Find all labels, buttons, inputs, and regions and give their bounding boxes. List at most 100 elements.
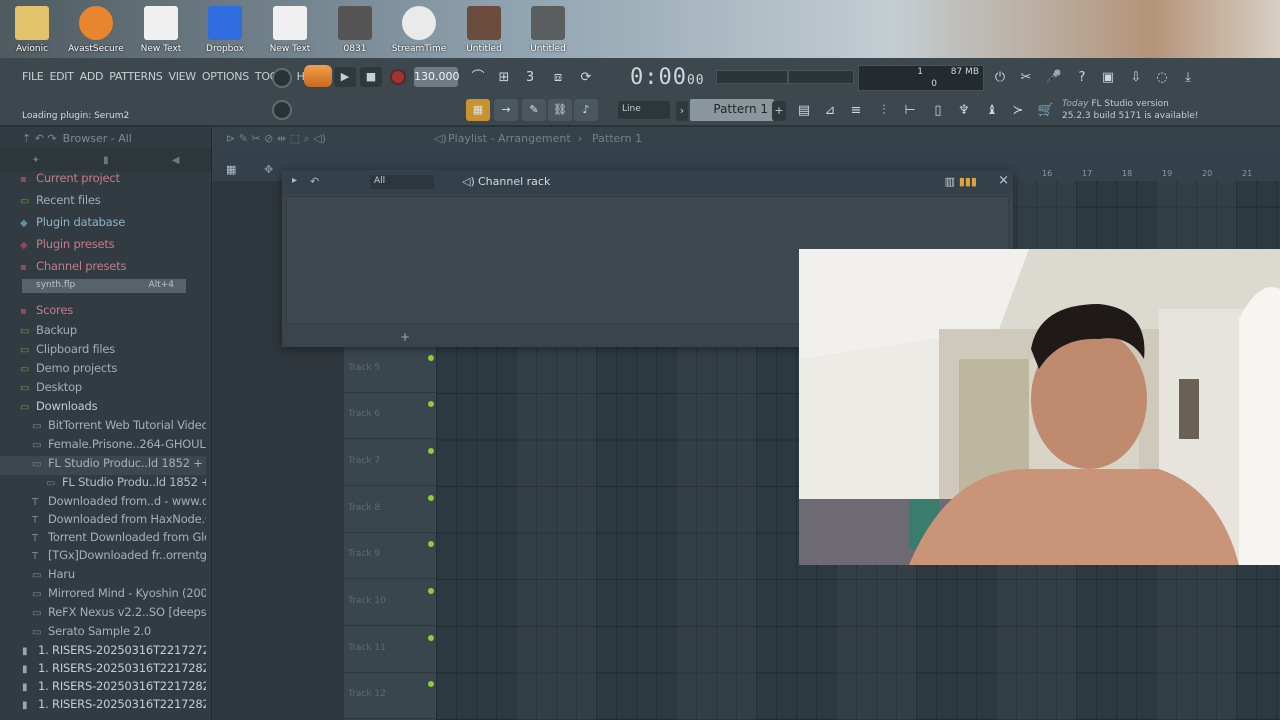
track-header[interactable]: Track 6	[344, 393, 436, 439]
browser-item[interactable]: ▭ Backup	[0, 323, 206, 342]
track-header[interactable]: Track 5	[344, 347, 436, 393]
add-pattern-icon[interactable]: +	[772, 101, 786, 121]
shop-icon[interactable]: 🛒	[1036, 101, 1056, 121]
brush-icon[interactable]: ✎	[522, 99, 546, 121]
browser-item[interactable]: ▭ Demo projects	[0, 361, 206, 380]
mixer-icon[interactable]: ⫶	[874, 101, 894, 121]
link-icon[interactable]: ⛓	[548, 99, 572, 121]
desktop-icon-video[interactable]: 0831	[323, 6, 387, 54]
browser-item[interactable]: ▮1. RISERS-20250316T2217282-001 (1)	[0, 661, 206, 680]
playlist-icon[interactable]: ▤	[794, 101, 814, 121]
browser-item[interactable]: ▭ Mirrored Mind - Kyoshin (2005)	[0, 586, 206, 605]
browser-item[interactable]: ▮1. RISERS-20250316T2217282-001 (2)	[0, 679, 206, 698]
track-header[interactable]: Track 9	[344, 533, 436, 579]
browser-item[interactable]: ▮1. RISERS-20250316T2217282-001	[0, 697, 206, 716]
browser-item[interactable]: T[TGx]Downloaded fr..orrentgalaxy.to	[0, 548, 206, 567]
browser-star-icon[interactable]: ✦	[32, 155, 40, 166]
track-header[interactable]: Track 10	[344, 580, 436, 626]
add-channel-icon[interactable]: +	[400, 330, 410, 344]
track-led-icon[interactable]	[428, 588, 434, 594]
pattern-prev-icon[interactable]: ›	[676, 101, 688, 121]
desktop-icon-text[interactable]: New Text	[129, 6, 193, 54]
plugin-icon[interactable]: ♆	[954, 101, 974, 121]
desktop-icon-text-2[interactable]: New Text	[258, 6, 322, 54]
browser-search-hint[interactable]: synth.flp Alt+4	[22, 279, 186, 293]
browser-item[interactable]: ▭Female.Prisone..264-GHOULS[TGx]	[0, 437, 206, 456]
snap-selector[interactable]: Line	[618, 101, 670, 119]
track-led-icon[interactable]	[428, 681, 434, 687]
browser-item[interactable]: ▪ Scores	[0, 303, 206, 322]
menu-options[interactable]: OPTIONS	[202, 70, 249, 83]
help-icon[interactable]: ?	[1072, 68, 1092, 88]
desktop-icon-player[interactable]: StreamTime	[387, 6, 451, 54]
desktop-icon-folder[interactable]: Avionic	[0, 6, 64, 54]
stop-icon[interactable]: ■	[360, 67, 382, 87]
touch-icon[interactable]: ≻	[1008, 101, 1028, 121]
menu-file[interactable]: FILE	[22, 70, 44, 83]
pattern-song-toggle[interactable]	[304, 65, 332, 87]
browser-item[interactable]: ◆ Plugin database	[0, 215, 206, 234]
wait-input-icon[interactable]: ⊞	[494, 68, 514, 88]
browser-item[interactable]: TDownloaded from HaxNode.CoM	[0, 512, 206, 531]
rack-undo-icon[interactable]: ↶	[310, 175, 319, 188]
power-icon[interactable]: ⏻	[990, 68, 1010, 88]
close-icon[interactable]: ×	[998, 173, 1009, 188]
news-panel[interactable]: Today FL Studio version 25.2.3 build 517…	[1062, 98, 1200, 126]
microphone-icon[interactable]: 🎤	[1044, 68, 1064, 88]
browser-item[interactable]: ▭ Serato Sample 2.0	[0, 624, 206, 643]
browser-item[interactable]: TTorrent Downloaded from Glodls.to	[0, 530, 206, 549]
track-header[interactable]: Track 12	[344, 673, 436, 719]
browser-file-icon[interactable]: ▮	[103, 155, 109, 166]
track-led-icon[interactable]	[428, 495, 434, 501]
rack-menu-icon[interactable]: ▸	[292, 175, 297, 186]
playlist-move-icon[interactable]: ✥	[264, 163, 273, 176]
save-icon[interactable]: ▣	[1098, 68, 1118, 88]
browser-item[interactable]: ◆ Plugin presets	[0, 237, 206, 256]
track-led-icon[interactable]	[428, 541, 434, 547]
tuner-icon[interactable]: ♝	[982, 101, 1002, 121]
tempo-display[interactable]: 130.000	[414, 67, 460, 87]
browser-item[interactable]: ▮1. RISERS-20250316T2217272-001	[0, 643, 206, 662]
pattern-selector[interactable]: Pattern 1	[690, 99, 774, 121]
browser-item[interactable]: ▪ Current project	[0, 171, 206, 190]
arrow-right-icon[interactable]: →	[494, 99, 518, 121]
desktop-icon-video-3[interactable]: Untitled	[516, 6, 580, 54]
browser-item[interactable]: ▭ Desktop	[0, 380, 206, 399]
browser-item[interactable]: ▭ Clipboard files	[0, 342, 206, 361]
download-icon[interactable]: ⤓	[1178, 68, 1198, 88]
channel-filter-select[interactable]: All	[370, 175, 434, 189]
playlist-view-icon[interactable]: ▦	[466, 99, 490, 121]
master-pitch-knob[interactable]	[272, 100, 292, 120]
track-header[interactable]: Track 7	[344, 440, 436, 486]
countdown-icon[interactable]: 3	[520, 68, 540, 88]
track-led-icon[interactable]	[428, 355, 434, 361]
bell-icon[interactable]: ♪	[574, 99, 598, 121]
song-position-clock[interactable]: 0:0000	[630, 65, 705, 90]
browser-item[interactable]: ▭FL Studio Produ..ld 1852 + Patch	[0, 475, 206, 494]
chat-icon[interactable]: ◌	[1152, 68, 1172, 88]
track-led-icon[interactable]	[428, 401, 434, 407]
play-icon[interactable]: ▶	[334, 67, 356, 87]
step-edit-icon[interactable]: ⧈	[548, 68, 568, 88]
browser-item[interactable]: ▭ Recent files	[0, 193, 206, 212]
track-led-icon[interactable]	[428, 635, 434, 641]
bars-icon[interactable]: ▥	[945, 175, 955, 188]
track-led-icon[interactable]	[428, 448, 434, 454]
piano-roll-icon[interactable]: ⊿	[820, 101, 840, 121]
browser-item[interactable]: ▭ Haru	[0, 567, 206, 586]
menu-add[interactable]: ADD	[80, 70, 104, 83]
file-icon[interactable]: ▯	[928, 101, 948, 121]
browser-item[interactable]: ▪ Channel presets	[0, 259, 206, 278]
desktop-icon-dropbox[interactable]: Dropbox	[193, 6, 257, 54]
playlist-tools-icons[interactable]: ⊳ ✎ ✂ ⊘ ⇹ ⬚ ⌕ ◁)	[226, 132, 326, 146]
browser-back-icon[interactable]: ◀	[172, 155, 180, 166]
master-volume-knob[interactable]	[272, 68, 292, 88]
track-header[interactable]: Track 11	[344, 627, 436, 673]
channel-rack-titlebar[interactable]: ▸ ↶ All ◁) Channel rack ▮▮▮ ▥ ×	[282, 170, 1013, 194]
menu-patterns[interactable]: PATTERNS	[109, 70, 163, 83]
desktop-icon-video-2[interactable]: Untitled	[452, 6, 516, 54]
loop-record-icon[interactable]: ⟳	[576, 68, 596, 88]
browser-item[interactable]: TDownloaded from..d - www.dnoid.to	[0, 494, 206, 513]
metronome-icon[interactable]: ⌒	[468, 68, 488, 88]
render-icon[interactable]: ⇩	[1126, 68, 1146, 88]
